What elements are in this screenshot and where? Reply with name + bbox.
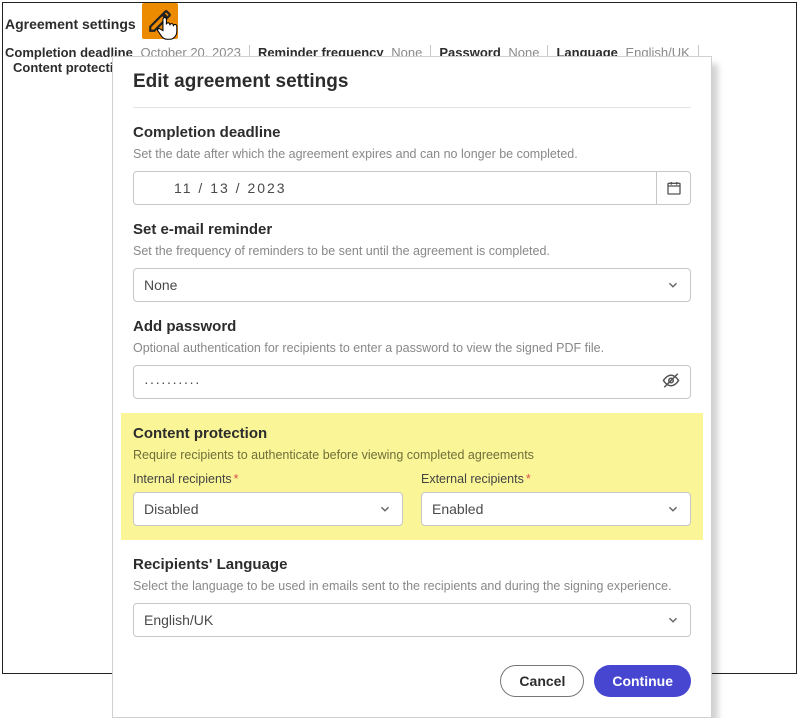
section-desc: Set the frequency of reminders to be sen… <box>133 244 691 258</box>
continue-button[interactable]: Continue <box>594 665 691 697</box>
section-completion-deadline: Completion deadline Set the date after w… <box>133 124 691 205</box>
section-content-protection: Content protection Require recipients to… <box>121 413 703 540</box>
visibility-off-icon[interactable] <box>662 372 680 393</box>
external-recipients-label: External recipients* <box>421 472 691 486</box>
edit-settings-button[interactable] <box>142 3 178 39</box>
section-title: Recipients' Language <box>133 556 691 573</box>
section-desc: Set the date after which the agreement e… <box>133 147 691 161</box>
section-desc: Require recipients to authenticate befor… <box>133 448 691 462</box>
chevron-down-icon <box>378 502 392 516</box>
calendar-icon[interactable] <box>656 172 690 204</box>
section-desc: Optional authentication for recipients t… <box>133 341 691 355</box>
section-title: Content protection <box>133 425 691 442</box>
pencil-icon <box>147 8 173 34</box>
section-title: Completion deadline <box>133 124 691 141</box>
chevron-down-icon <box>666 613 680 627</box>
cancel-button[interactable]: Cancel <box>500 665 584 697</box>
external-recipients-select[interactable]: Enabled <box>421 492 691 526</box>
date-input[interactable]: 11 / 13 / 2023 <box>133 171 691 205</box>
section-reminder: Set e-mail reminder Set the frequency of… <box>133 221 691 302</box>
section-title: Set e-mail reminder <box>133 221 691 238</box>
modal-footer: Cancel Continue <box>133 665 691 697</box>
section-title: Add password <box>133 318 691 335</box>
page-title: Agreement settings <box>5 16 136 32</box>
reminder-select[interactable]: None <box>133 268 691 302</box>
password-input[interactable]: ·········· <box>133 365 691 399</box>
edit-settings-modal: Edit agreement settings Completion deadl… <box>112 56 712 718</box>
section-password: Add password Optional authentication for… <box>133 318 691 399</box>
chevron-down-icon <box>666 278 680 292</box>
internal-recipients-label: Internal recipients* <box>133 472 403 486</box>
modal-title: Edit agreement settings <box>133 65 691 108</box>
section-desc: Select the language to be used in emails… <box>133 579 691 593</box>
chevron-down-icon <box>666 502 680 516</box>
language-select[interactable]: English/UK <box>133 603 691 637</box>
section-language: Recipients' Language Select the language… <box>133 556 691 637</box>
internal-recipients-select[interactable]: Disabled <box>133 492 403 526</box>
